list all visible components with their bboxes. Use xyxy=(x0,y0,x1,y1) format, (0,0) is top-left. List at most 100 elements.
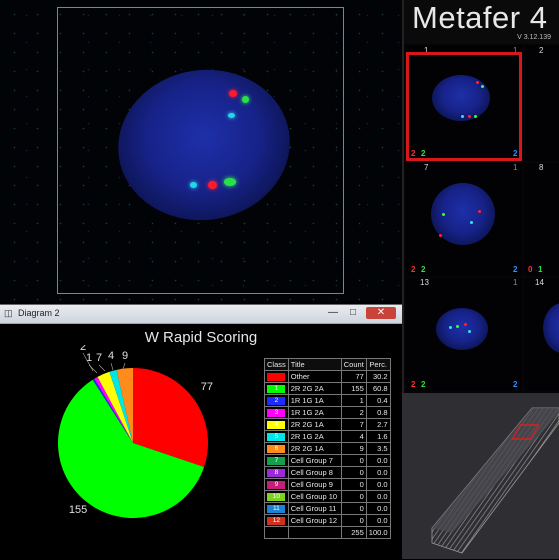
title-cell: 2R 1G 2A xyxy=(287,430,342,443)
class-color-chip: 5 xyxy=(267,432,286,441)
region-of-interest-frame[interactable] xyxy=(57,7,344,294)
minimize-button[interactable]: — xyxy=(324,307,342,319)
window-title-bar[interactable]: ◫ Diagram 2 — □ ✕ xyxy=(0,305,402,324)
title-cell: 2R 2G 1A xyxy=(287,442,342,455)
thumbnail-cell-14[interactable]: 14 xyxy=(525,278,559,391)
red-count: 2 xyxy=(411,265,416,274)
count-cell: 0 xyxy=(340,490,367,503)
perc-cell: 2.7 xyxy=(365,418,391,431)
count-cell: 0 xyxy=(340,514,367,527)
thumbnail-cell-7[interactable]: 7 1 2 2 2 xyxy=(406,163,522,276)
table-row[interactable]: Other 77 30.2 xyxy=(264,370,391,383)
table-total-row: 255 100.0 xyxy=(264,526,391,539)
green-count: 2 xyxy=(421,265,426,274)
perc-cell: 0.0 xyxy=(365,478,391,491)
thumbnail-cell-13[interactable]: 13 1 2 2 2 xyxy=(406,278,522,391)
pie-slice-label: 9 xyxy=(122,350,128,362)
title-cell: Cell Group 8 xyxy=(287,466,342,479)
class-color-chip: 6 xyxy=(267,444,286,453)
title-cell: 1R 1G 1A xyxy=(287,394,342,407)
pie-slice-label: 155 xyxy=(69,504,87,516)
aqua-count: 2 xyxy=(513,380,518,389)
table-row[interactable]: 1 2R 2G 2A 155 60.8 xyxy=(264,382,391,395)
perc-cell: 0.0 xyxy=(365,466,391,479)
green-signal xyxy=(456,325,459,328)
perc-cell: 0.4 xyxy=(365,394,391,407)
perc-cell: 0.8 xyxy=(365,406,391,419)
table-row[interactable]: 12 Cell Group 12 0 0.0 xyxy=(264,514,391,527)
table-row[interactable]: 4 2R 2G 1A 7 2.7 xyxy=(264,418,391,431)
thumbnail-cell-1[interactable]: 1 1 2 2 2 xyxy=(406,45,522,161)
green-signal xyxy=(442,213,445,216)
count-cell: 9 xyxy=(340,442,367,455)
count-cell: 0 xyxy=(340,454,367,467)
count-cell: 1 xyxy=(340,394,367,407)
red-count: 0 xyxy=(528,265,533,274)
thumbnail-corner-number: 1 xyxy=(513,163,518,172)
class-cell: 4 xyxy=(264,418,289,431)
green-count: 1 xyxy=(538,265,543,274)
nucleus xyxy=(436,308,488,350)
table-header-row: Class Title Count Perc. xyxy=(264,358,391,371)
perc-cell: 3.5 xyxy=(365,442,391,455)
aqua-signal xyxy=(468,330,471,333)
title-cell: Cell Group 11 xyxy=(287,502,342,515)
class-color-chip: 2 xyxy=(267,396,286,405)
class-cell: 7 xyxy=(264,454,289,467)
total-class-cell xyxy=(264,526,289,539)
class-cell: 2 xyxy=(264,394,289,407)
chart-title: W Rapid Scoring xyxy=(144,329,258,346)
class-color-chip: 1 xyxy=(267,384,286,393)
perc-cell: 1.6 xyxy=(365,430,391,443)
class-color-chip: 7 xyxy=(267,456,286,465)
column-header-class: Class xyxy=(264,358,289,371)
class-cell: 9 xyxy=(264,478,289,491)
count-cell: 155 xyxy=(340,382,367,395)
table-row[interactable]: 10 Cell Group 10 0 0.0 xyxy=(264,490,391,503)
table-row[interactable]: 6 2R 2G 1A 9 3.5 xyxy=(264,442,391,455)
maximize-button[interactable]: □ xyxy=(344,307,362,319)
table-row[interactable]: 3 1R 1G 2A 2 0.8 xyxy=(264,406,391,419)
thumbnail-cell-8[interactable]: 8 0 1 xyxy=(525,163,559,276)
label-leader-line xyxy=(110,362,114,371)
class-cell: 1 xyxy=(264,382,289,395)
thumbnail-number: 13 xyxy=(420,278,429,287)
close-button[interactable]: ✕ xyxy=(366,307,396,319)
red-signal xyxy=(478,210,481,213)
title-cell: Cell Group 9 xyxy=(287,478,342,491)
thumbnail-number: 7 xyxy=(424,163,429,172)
title-cell: 1R 1G 2A xyxy=(287,406,342,419)
perc-cell: 0.0 xyxy=(365,514,391,527)
table-row[interactable]: 11 Cell Group 11 0 0.0 xyxy=(264,502,391,515)
thumbnail-corner-number: 1 xyxy=(513,278,518,287)
slide-stage-view[interactable] xyxy=(402,393,559,559)
thumbnail-cell-2[interactable]: 2 xyxy=(525,45,559,161)
count-cell: 2 xyxy=(340,406,367,419)
pie-slice-label: 2 xyxy=(80,345,86,353)
table-row[interactable]: 2 1R 1G 1A 1 0.4 xyxy=(264,394,391,407)
table-row[interactable]: 9 Cell Group 9 0 0.0 xyxy=(264,478,391,491)
main-image-view[interactable] xyxy=(0,0,402,302)
title-cell: 2R 2G 2A xyxy=(287,382,342,395)
table-row[interactable]: 5 2R 1G 2A 4 1.6 xyxy=(264,430,391,443)
table-row[interactable]: 7 Cell Group 7 0 0.0 xyxy=(264,454,391,467)
class-color-chip: 8 xyxy=(267,468,286,477)
slide-illustration xyxy=(431,407,559,554)
app-version: V 3.12.139 xyxy=(517,34,551,41)
aqua-count: 2 xyxy=(513,265,518,274)
title-cell: Cell Group 10 xyxy=(287,490,342,503)
class-color-chip: 4 xyxy=(267,420,286,429)
thumbnail-number: 14 xyxy=(535,278,544,287)
class-color-chip xyxy=(267,372,286,381)
count-cell: 0 xyxy=(340,466,367,479)
class-cell: 6 xyxy=(264,442,289,455)
perc-cell: 0.0 xyxy=(365,454,391,467)
label-leader-line xyxy=(122,362,126,370)
thumbnail-number: 8 xyxy=(539,163,544,172)
class-color-chip: 9 xyxy=(267,480,286,489)
table-row[interactable]: 8 Cell Group 8 0 0.0 xyxy=(264,466,391,479)
count-cell: 0 xyxy=(340,478,367,491)
class-cell: 10 xyxy=(264,490,289,503)
class-cell: 5 xyxy=(264,430,289,443)
pie-slice-label: 7 xyxy=(96,352,102,364)
